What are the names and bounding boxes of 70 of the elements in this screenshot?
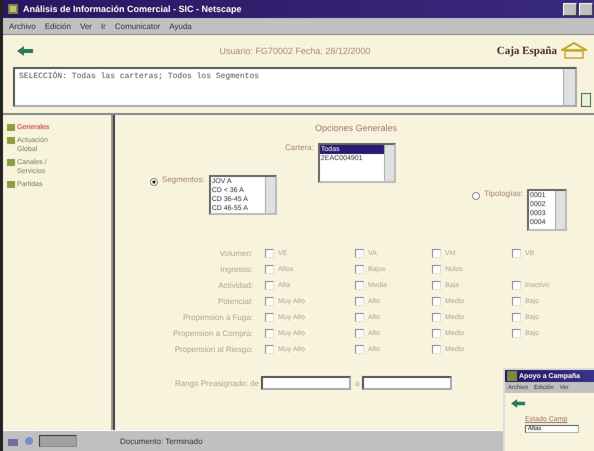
window-title: Análisis de Información Comercial - SIC - Netscape xyxy=(23,4,243,14)
range-separator: a xyxy=(355,378,361,388)
criterion-label: Propension a Compra: xyxy=(172,329,254,338)
criterion-label: Propension a Fuga: xyxy=(182,313,254,322)
checkbox[interactable] xyxy=(355,345,364,354)
checkbox[interactable] xyxy=(512,313,521,322)
scrollbar[interactable] xyxy=(264,177,275,213)
checkbox[interactable] xyxy=(355,297,364,306)
menu-item[interactable]: Ayuda xyxy=(169,22,192,30)
checkbox[interactable] xyxy=(355,249,364,258)
checkbox[interactable] xyxy=(432,281,441,290)
checkbox[interactable] xyxy=(265,297,274,306)
menu-item[interactable]: Ir xyxy=(100,22,106,30)
user-info: Usuario: FG70002 Fecha: 28/12/2000 xyxy=(218,46,372,56)
checkbox[interactable] xyxy=(265,265,274,274)
radio-button[interactable] xyxy=(472,192,480,200)
back-arrow-icon[interactable] xyxy=(511,398,525,408)
maximize-button[interactable] xyxy=(579,2,593,16)
minimize-button[interactable] xyxy=(563,2,577,16)
checkbox[interactable] xyxy=(265,345,274,354)
checkbox[interactable] xyxy=(355,329,364,338)
checkbox[interactable] xyxy=(512,249,521,258)
folder-icon xyxy=(7,159,15,166)
range-label: Rango Preasignado: de xyxy=(175,378,260,388)
selection-text-area[interactable]: SELECCIÓN: Todas las carteras; Todos los Segmentos xyxy=(13,67,577,107)
checkbox[interactable] xyxy=(265,249,274,258)
checkbox[interactable] xyxy=(432,249,441,258)
menu-item[interactable]: Edición xyxy=(44,22,71,30)
checkbox[interactable] xyxy=(432,297,441,306)
checkbox[interactable] xyxy=(265,313,274,322)
folder-icon xyxy=(7,181,15,188)
checkbox[interactable] xyxy=(432,345,441,354)
section-heading: Opciones Generales xyxy=(314,123,398,133)
menu-item[interactable]: Ver xyxy=(80,22,92,30)
checkbox[interactable] xyxy=(432,313,441,322)
radio-button[interactable] xyxy=(150,178,158,186)
scrollbar[interactable] xyxy=(384,145,394,181)
building-logo-icon xyxy=(561,42,587,60)
menu-item[interactable]: Comunicator xyxy=(114,22,160,30)
range-from-field[interactable] xyxy=(261,376,352,390)
progress-indicator xyxy=(39,435,77,447)
app-icon xyxy=(7,3,19,15)
criterion-label: Actividad: xyxy=(217,281,254,290)
criterion-label: Ingresos: xyxy=(219,265,254,274)
criterion-label: Propension al Riesgo: xyxy=(174,345,254,354)
field-label: Cartera: xyxy=(285,143,314,152)
scrollbar[interactable] xyxy=(555,191,565,229)
checkbox[interactable] xyxy=(355,281,364,290)
checkbox[interactable] xyxy=(512,297,521,306)
checkbox[interactable] xyxy=(512,329,521,338)
checkbox[interactable] xyxy=(265,329,274,338)
status-text: Documento: Terminado xyxy=(120,436,203,446)
checkbox[interactable] xyxy=(355,313,364,322)
checkbox[interactable] xyxy=(432,265,441,274)
criterion-label: Volumen: xyxy=(218,249,254,258)
app-icon xyxy=(507,371,517,381)
back-arrow-icon[interactable] xyxy=(17,46,33,56)
field-label: Segmentos: xyxy=(162,175,205,184)
menu-item[interactable]: Archivo xyxy=(9,22,36,30)
document-icon[interactable] xyxy=(581,93,591,107)
criterion-label: Potencial: xyxy=(216,297,254,306)
checkbox[interactable] xyxy=(512,281,521,290)
checkbox[interactable] xyxy=(432,329,441,338)
field-label: Tipologías: xyxy=(484,189,523,198)
selection-text: SELECCIÓN: Todas las carteras; Todos los Segmentos xyxy=(19,72,260,81)
checkbox[interactable] xyxy=(265,281,274,290)
checkbox[interactable] xyxy=(355,265,364,274)
scrollbar[interactable] xyxy=(563,69,575,105)
brand-name: Caja España xyxy=(496,45,557,57)
range-to-field[interactable] xyxy=(362,376,452,390)
